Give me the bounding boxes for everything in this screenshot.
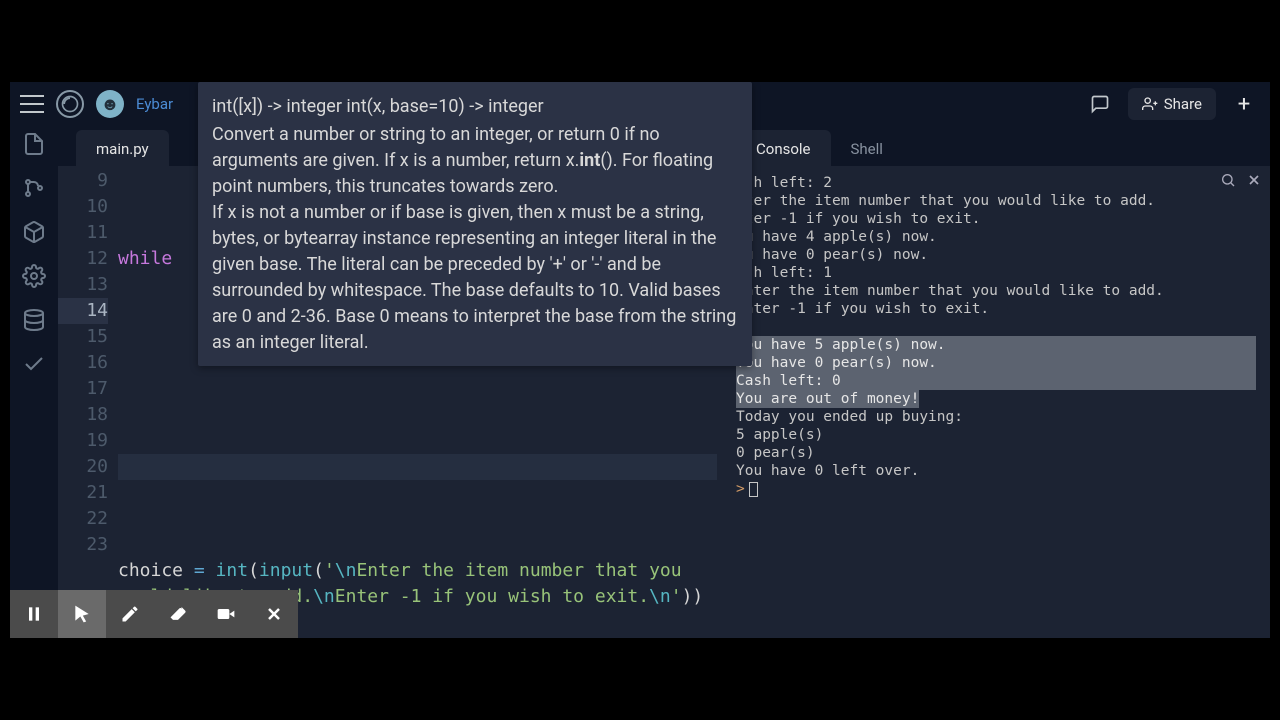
console-line: ash left: 1 [736, 264, 1260, 282]
console-line: 5 apple(s) [736, 426, 1260, 444]
terminal-cursor [749, 482, 758, 497]
line-number: 18 [58, 402, 108, 428]
line-number: 22 [58, 506, 108, 532]
console-line: Enter -1 if you wish to exit. [736, 300, 1260, 318]
cursor-icon[interactable] [58, 590, 106, 638]
line-number: 12 [58, 246, 108, 272]
console-line: ou have 4 apple(s) now. [736, 228, 1260, 246]
packages-icon[interactable] [22, 220, 46, 244]
console-line: ou have 0 pear(s) now. [736, 246, 1260, 264]
intellisense-tooltip: int([x]) -> integer int(x, base=10) -> i… [198, 82, 752, 366]
line-number: 15 [58, 324, 108, 350]
line-number: 17 [58, 376, 108, 402]
line-number: 19 [58, 428, 108, 454]
pause-icon[interactable] [10, 590, 58, 638]
console-line: nter the item number that you would like… [736, 192, 1260, 210]
line-number: 13 [58, 272, 108, 298]
line-gutter: 91011121314151617181920212223 [58, 166, 118, 638]
video-icon[interactable] [202, 590, 250, 638]
check-icon[interactable] [22, 352, 46, 376]
console-line: You have 0 left over. [736, 462, 1260, 480]
console-line: Enter the item number that you would lik… [736, 282, 1260, 300]
console-line: Today you ended up buying: [736, 408, 1260, 426]
line-number: 11 [58, 220, 108, 246]
stop-close-icon[interactable] [250, 590, 298, 638]
console-line: nter -1 if you wish to exit. [736, 210, 1260, 228]
activity-bar [10, 126, 58, 638]
line-number: 10 [58, 194, 108, 220]
file-tab[interactable]: main.py [76, 130, 169, 166]
line-number: 16 [58, 350, 108, 376]
console-line: 1 [736, 318, 1260, 336]
avatar[interactable]: ☻ [96, 90, 124, 118]
console-line: ash left: 2 [736, 174, 1260, 192]
settings-icon[interactable] [22, 264, 46, 288]
app-window: int([x]) -> integer int(x, base=10) -> i… [10, 82, 1270, 638]
line-number: 23 [58, 532, 108, 558]
line-number: 20 [58, 454, 108, 480]
new-tab-button[interactable]: + [1228, 88, 1260, 120]
console-output[interactable]: ash left: 2nter the item number that you… [726, 166, 1270, 638]
recording-toolbar [10, 590, 298, 638]
app-logo-icon[interactable] [56, 90, 84, 118]
database-icon[interactable] [22, 308, 46, 332]
tab-shell[interactable]: Shell [831, 130, 903, 166]
version-control-icon[interactable] [22, 176, 46, 200]
files-icon[interactable] [22, 132, 46, 156]
username-label[interactable]: Eybar [136, 95, 173, 113]
pencil-icon[interactable] [106, 590, 154, 638]
right-panel: Console Shell ash left: 2nter the item n… [725, 126, 1270, 638]
chat-icon[interactable] [1084, 88, 1116, 120]
right-tabbar: Console Shell [726, 126, 1270, 166]
line-number: 21 [58, 480, 108, 506]
line-number: 14 [58, 298, 108, 324]
share-label: Share [1164, 95, 1202, 113]
menu-icon[interactable] [20, 95, 44, 113]
line-number: 9 [58, 168, 108, 194]
close-icon[interactable] [1246, 172, 1262, 193]
search-icon[interactable] [1220, 172, 1236, 193]
console-line: 0 pear(s) [736, 444, 1260, 462]
tooltip-signature: int([x]) -> integer int(x, base=10) -> i… [212, 94, 738, 120]
share-button[interactable]: Share [1128, 88, 1216, 120]
eraser-icon[interactable] [154, 590, 202, 638]
